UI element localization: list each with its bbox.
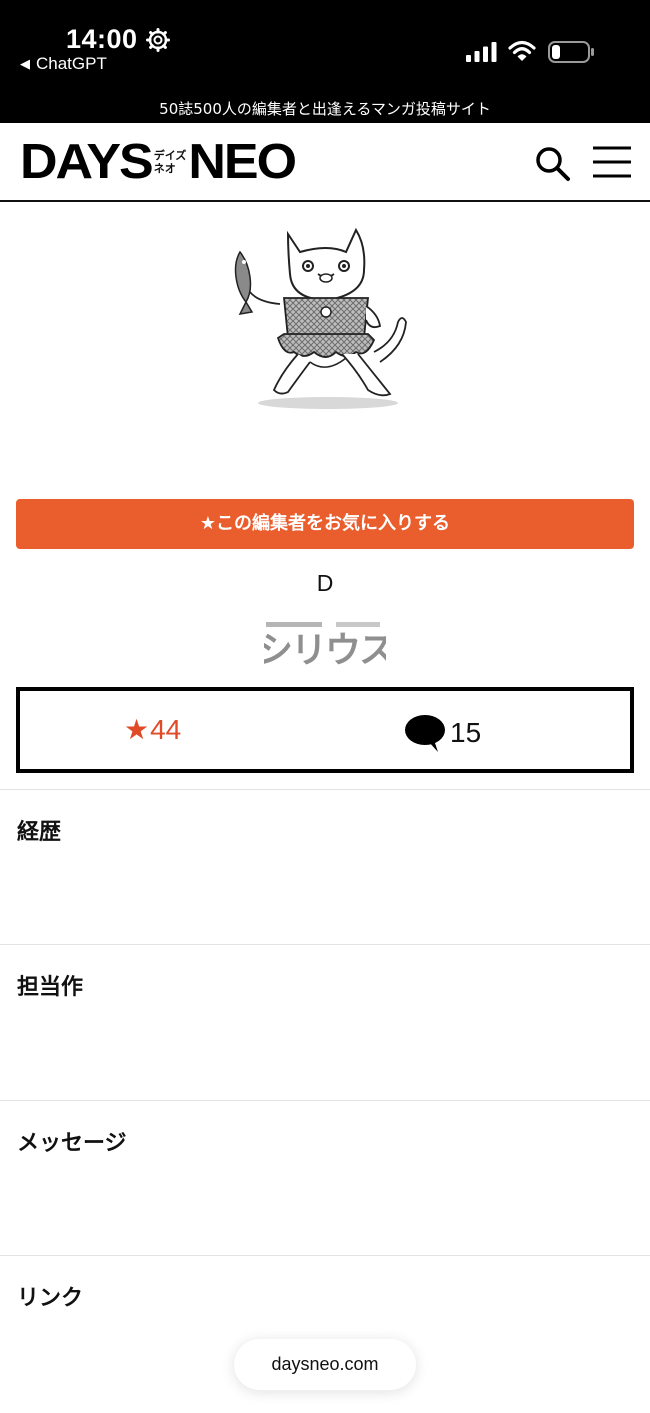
magazine-logo-text: シリウス — [264, 630, 386, 670]
section-career: 経歴 — [0, 789, 650, 944]
favorite-editor-button[interactable]: ★この編集者をお気に入りする — [16, 499, 634, 549]
status-bar: 14:00 ◀ ChatGPT — [0, 0, 650, 96]
logo-days: DAYS — [20, 134, 154, 190]
site-logo[interactable]: DAYS デイズ ネオ NEO — [20, 134, 297, 190]
section-title-works: 担当作 — [17, 975, 84, 1000]
speech-bubble-icon — [405, 715, 445, 752]
status-time: 14:00 — [66, 24, 138, 54]
comments-stat[interactable]: 15 — [404, 713, 481, 753]
favorites-stat: ★44 — [124, 713, 181, 746]
star-icon: ★ — [124, 714, 150, 745]
site-header: DAYS デイズ ネオ NEO — [0, 123, 650, 202]
section-title-career: 経歴 — [17, 820, 62, 845]
section-title-links: リンク — [17, 1286, 84, 1311]
logo-neo: NEO — [188, 134, 297, 190]
comments-count: 15 — [450, 717, 482, 748]
back-arrow-icon: ◀ — [20, 56, 30, 71]
search-icon[interactable] — [534, 145, 572, 183]
logo-kana-bottom: ネオ — [153, 162, 176, 175]
editor-name: D — [316, 570, 334, 596]
hamburger-menu-icon[interactable] — [592, 145, 632, 179]
logo-kana-top: デイズ — [153, 149, 187, 162]
gear-icon — [146, 28, 170, 52]
wifi-icon — [508, 40, 536, 61]
signal-icon — [466, 42, 497, 62]
section-message: メッセージ — [0, 1100, 650, 1255]
back-app-label: ChatGPT — [36, 54, 107, 73]
favorites-count: 44 — [150, 714, 182, 745]
section-title-message: メッセージ — [17, 1131, 127, 1156]
magazine-logo: シリウス — [264, 622, 386, 670]
logo-kana: デイズ ネオ — [154, 149, 187, 175]
editor-avatar-illustration — [234, 227, 407, 409]
browser-address-pill[interactable]: daysneo.com — [234, 1339, 416, 1390]
battery-icon — [548, 41, 594, 63]
editor-stats-box: ★44 15 — [16, 687, 634, 773]
back-to-app-link[interactable]: ◀ ChatGPT — [20, 54, 107, 74]
section-works: 担当作 — [0, 944, 650, 1100]
site-tagline: 50誌500人の編集者と出逢えるマンガ投稿サイト — [0, 96, 650, 123]
